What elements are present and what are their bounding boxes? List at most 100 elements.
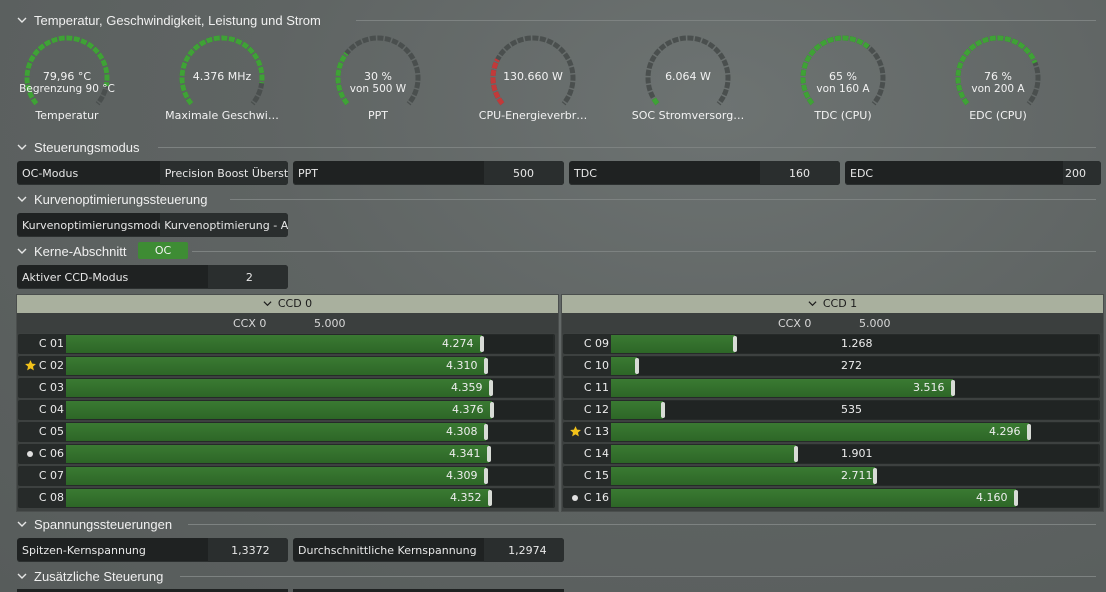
core-frequency: 1.268 xyxy=(841,337,873,350)
core-slider-handle[interactable] xyxy=(484,468,488,484)
chevron-down-icon[interactable] xyxy=(16,141,28,153)
core-row[interactable]: C 12 535 xyxy=(563,400,1100,420)
core-slider-track[interactable]: 4.309 xyxy=(66,467,553,485)
section-divider xyxy=(188,524,1096,525)
section-header-control[interactable]: Steuerungsmodus xyxy=(16,137,140,157)
core-slider-track[interactable]: 535 xyxy=(611,401,1098,419)
gauge-subvalue: von 160 A xyxy=(816,83,870,95)
core-slider-fill xyxy=(611,445,796,463)
oc-status-badge: OC xyxy=(138,242,188,259)
chevron-down-icon[interactable] xyxy=(16,14,28,26)
chevron-down-icon[interactable] xyxy=(16,570,28,582)
core-row[interactable]: C 04 4.376 xyxy=(18,400,555,420)
gauge: 65 % von 160 A TDC (CPU) xyxy=(773,30,913,126)
tdc-field[interactable]: TDC 160 xyxy=(569,161,840,185)
oc-mode-label: OC-Modus xyxy=(22,166,79,180)
gauge-value: 130.660 W xyxy=(503,70,563,83)
core-slider-fill xyxy=(611,423,1029,441)
core-slider-handle[interactable] xyxy=(733,336,737,352)
core-slider-track[interactable]: 1.268 xyxy=(611,335,1098,353)
core-row[interactable]: C 11 3.516 xyxy=(563,378,1100,398)
core-slider-handle[interactable] xyxy=(488,490,492,506)
core-row[interactable]: C 01 4.274 xyxy=(18,334,555,354)
core-slider-track[interactable]: 4.296 xyxy=(611,423,1098,441)
core-slider-track[interactable]: 4.160 xyxy=(611,489,1098,507)
core-slider-track[interactable]: 4.308 xyxy=(66,423,553,441)
chevron-down-icon[interactable] xyxy=(16,193,28,205)
ccd-mode-select[interactable]: Aktiver CCD-Modus 2 xyxy=(17,265,288,289)
ppt-field[interactable]: PPT 500 xyxy=(293,161,564,185)
edc-field[interactable]: EDC 200 xyxy=(845,161,1101,185)
core-slider-handle[interactable] xyxy=(489,380,493,396)
core-row[interactable]: C 14 1.901 xyxy=(563,444,1100,464)
core-slider-track[interactable]: 4.341 xyxy=(66,445,553,463)
core-row[interactable]: C 07 4.309 xyxy=(18,466,555,486)
section-header-power[interactable]: Temperatur, Geschwindigkeit, Leistung un… xyxy=(16,10,321,30)
section-title: Zusätzliche Steuerung xyxy=(34,568,164,584)
core-slider-track[interactable]: 4.352 xyxy=(66,489,553,507)
chevron-down-icon[interactable] xyxy=(16,518,28,530)
core-name: C 09 xyxy=(583,337,609,350)
section-header-curve[interactable]: Kurvenoptimierungssteuerung xyxy=(16,189,207,209)
gauge: 130.660 W CPU-Energieverbr… xyxy=(463,30,603,126)
core-row[interactable]: C 03 4.359 xyxy=(18,378,555,398)
core-slider-handle[interactable] xyxy=(490,402,494,418)
core-row[interactable]: C 06 4.341 xyxy=(18,444,555,464)
section-divider xyxy=(356,20,1096,21)
gauge-value: 6.064 W xyxy=(665,70,711,83)
core-slider-handle[interactable] xyxy=(1014,490,1018,506)
core-slider-handle[interactable] xyxy=(487,446,491,462)
core-row[interactable]: C 16 4.160 xyxy=(563,488,1100,508)
avg-voltage-field[interactable]: Durchschnittliche Kernspannung 1,2974 xyxy=(293,538,564,562)
core-row[interactable]: C 05 4.308 xyxy=(18,422,555,442)
core-slider-track[interactable]: 4.359 xyxy=(66,379,553,397)
gauge-label: EDC (CPU) xyxy=(969,109,1027,122)
core-slider-track[interactable]: 4.310 xyxy=(66,357,553,375)
core-slider-handle[interactable] xyxy=(635,358,639,374)
core-slider-track[interactable]: 272 xyxy=(611,357,1098,375)
chevron-down-icon[interactable] xyxy=(16,245,28,257)
tdc-label: TDC xyxy=(574,166,597,180)
section-header-voltage[interactable]: Spannungssteuerungen xyxy=(16,514,172,534)
core-slider-handle[interactable] xyxy=(661,402,665,418)
core-slider-handle[interactable] xyxy=(1027,424,1031,440)
ccd1-header[interactable]: CCD 1 xyxy=(562,295,1103,313)
curve-mode-select[interactable]: Kurvenoptimierungsmodus Kurvenoptimierun… xyxy=(17,213,288,237)
section-divider xyxy=(230,199,1096,200)
core-slider-handle[interactable] xyxy=(951,380,955,396)
core-slider-handle[interactable] xyxy=(484,424,488,440)
core-slider-handle[interactable] xyxy=(484,358,488,374)
core-slider-track[interactable]: 1.901 xyxy=(611,445,1098,463)
curve-mode-label: Kurvenoptimierungsmodus xyxy=(22,218,161,232)
core-name: C 12 xyxy=(583,403,609,416)
core-name: C 03 xyxy=(38,381,64,394)
core-name: C 04 xyxy=(38,403,64,416)
section-header-cores[interactable]: Kerne-Abschnitt xyxy=(16,241,127,261)
core-slider-track[interactable]: 3.516 xyxy=(611,379,1098,397)
core-slider-fill xyxy=(611,357,637,375)
gauge-label: Maximale Geschwi… xyxy=(165,109,279,122)
core-row[interactable]: C 09 1.268 xyxy=(563,334,1100,354)
ppt-label: PPT xyxy=(298,166,318,180)
core-name: C 02 xyxy=(38,359,64,372)
ccd0-header[interactable]: CCD 0 xyxy=(17,295,558,313)
core-row[interactable]: C 13 4.296 xyxy=(563,422,1100,442)
core-frequency: 1.901 xyxy=(841,447,873,460)
chevron-down-icon xyxy=(263,301,272,307)
core-row[interactable]: C 10 272 xyxy=(563,356,1100,376)
core-slider-handle[interactable] xyxy=(480,336,484,352)
oc-mode-select[interactable]: OC-Modus Precision Boost Überst… xyxy=(17,161,288,185)
core-slider-handle[interactable] xyxy=(794,446,798,462)
core-slider-handle[interactable] xyxy=(873,468,877,484)
core-row[interactable]: C 15 2.711 xyxy=(563,466,1100,486)
core-slider-track[interactable]: 2.711 xyxy=(611,467,1098,485)
peak-voltage-field[interactable]: Spitzen-Kernspannung 1,3372 xyxy=(17,538,288,562)
avg-voltage-value: 1,2974 xyxy=(484,538,564,562)
core-row[interactable]: C 08 4.352 xyxy=(18,488,555,508)
core-row[interactable]: C 02 4.310 xyxy=(18,356,555,376)
ccd1-subheader: CCX 0 5.000 xyxy=(562,313,1103,333)
core-slider-track[interactable]: 4.376 xyxy=(66,401,553,419)
section-header-extra[interactable]: Zusätzliche Steuerung xyxy=(16,566,163,586)
core-slider-fill xyxy=(66,467,486,485)
core-slider-track[interactable]: 4.274 xyxy=(66,335,553,353)
